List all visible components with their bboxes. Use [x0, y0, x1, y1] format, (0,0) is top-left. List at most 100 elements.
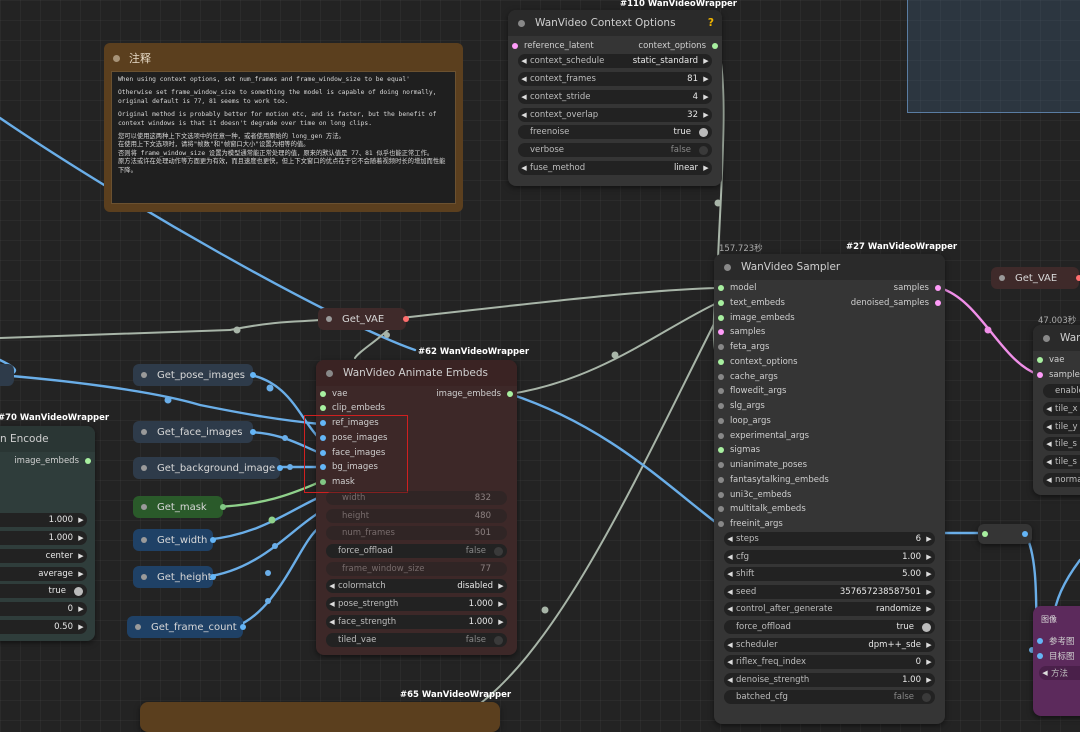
input-slot-loop-args[interactable]: loop_args [718, 414, 771, 428]
input-slot-text-embeds[interactable]: text_embeds [718, 296, 785, 310]
wanvideo-sampler-node[interactable]: WanVideo Sampler modeltext_embedsimage_e… [714, 254, 945, 724]
encode-node[interactable]: n Encode image_embeds 1.000▶ 1.000▶ cent… [0, 426, 95, 641]
arrow-right-icon[interactable]: ▶ [923, 658, 935, 666]
input-socket-icon[interactable] [1037, 372, 1043, 378]
input-socket-icon[interactable] [718, 300, 724, 306]
input-slot-sigmas[interactable]: sigmas [718, 443, 760, 457]
output-socket-icon[interactable] [403, 316, 409, 322]
input-socket-icon[interactable] [718, 388, 724, 394]
input-slot-pose-images[interactable]: pose_images [320, 431, 387, 445]
node-header[interactable]: WanVideo Animate Embeds [316, 360, 517, 386]
input-socket-icon[interactable] [718, 315, 724, 321]
toggle-tiled-vae[interactable]: tiled_vaefalse [326, 633, 507, 647]
collapse-dot-icon[interactable] [724, 264, 731, 271]
arrow-right-icon[interactable]: ▶ [923, 605, 935, 613]
input-socket-icon[interactable] [718, 447, 724, 453]
toggle-verbose[interactable]: verbosefalse [518, 143, 712, 157]
toggle-on-icon[interactable] [922, 623, 931, 632]
output-socket-icon[interactable] [250, 429, 256, 435]
collapse-dot-icon[interactable] [141, 465, 147, 471]
output-socket-icon[interactable] [210, 537, 216, 543]
input-slot-samples[interactable]: samples [718, 325, 765, 339]
arrow-left-icon[interactable]: ◀ [1043, 476, 1055, 484]
arrow-right-icon[interactable]: ▶ [75, 552, 87, 560]
collapse-dot-icon[interactable] [141, 574, 147, 580]
input-slot-samples[interactable]: samples [1037, 368, 1080, 382]
input-slot-clip-embeds[interactable]: clip_embeds [320, 401, 385, 415]
input-slot-mask[interactable]: mask [320, 475, 355, 489]
input-slot-slg-args[interactable]: slg_args [718, 399, 765, 413]
input-socket-icon[interactable] [320, 405, 326, 411]
input-socket-icon[interactable] [982, 531, 988, 537]
input-socket-icon[interactable] [320, 435, 326, 441]
input-slot-flowedit-args[interactable]: flowedit_args [718, 384, 786, 398]
widget-width[interactable]: width832 [326, 491, 507, 505]
collapse-dot-icon[interactable] [135, 624, 141, 630]
widget-num-frames[interactable]: num_frames501 [326, 526, 507, 540]
input-socket-icon[interactable] [718, 329, 724, 335]
arrow-left-icon[interactable]: ◀ [724, 535, 736, 543]
input-socket-icon[interactable] [1037, 357, 1043, 363]
widget-toggle[interactable]: true [0, 584, 87, 598]
arrow-left-icon[interactable]: ◀ [326, 582, 338, 590]
input-socket-icon[interactable] [320, 391, 326, 397]
widget-scheduler[interactable]: ◀schedulerdpm++_sde▶ [724, 638, 935, 652]
output-socket-icon[interactable] [277, 465, 283, 471]
arrow-left-icon[interactable]: ◀ [724, 658, 736, 666]
arrow-right-icon[interactable]: ▶ [495, 582, 507, 590]
widget-tile-stride-y[interactable]: ◀tile_s [1043, 455, 1080, 469]
get-background-image-node[interactable]: Get_background_image [133, 457, 280, 479]
get-pose-images-node[interactable]: Get_pose_images [133, 364, 253, 386]
arrow-right-icon[interactable]: ▶ [495, 600, 507, 608]
output-socket-icon[interactable] [210, 574, 216, 580]
arrow-right-icon[interactable]: ▶ [700, 111, 712, 119]
collapse-dot-icon[interactable] [141, 372, 147, 378]
input-socket-icon[interactable] [718, 433, 724, 439]
collapse-dot-icon[interactable] [113, 55, 120, 62]
input-socket-icon[interactable] [718, 374, 724, 380]
arrow-right-icon[interactable]: ▶ [75, 516, 87, 524]
input-socket-icon[interactable] [320, 464, 326, 470]
widget-frame-window-size[interactable]: frame_window_size77 [326, 562, 507, 576]
output-socket-icon[interactable] [85, 458, 91, 464]
arrow-right-icon[interactable]: ▶ [75, 534, 87, 542]
node-header[interactable]: WanVideo Sampler [714, 254, 945, 280]
output-slot-image-embeds[interactable]: image_embeds [14, 454, 91, 468]
arrow-left-icon[interactable]: ◀ [724, 570, 736, 578]
toggle-on-icon[interactable] [699, 128, 708, 137]
toggle-freenoise[interactable]: freenoisetrue [518, 125, 712, 139]
input-slot-vae[interactable]: vae [1037, 353, 1064, 367]
output-socket-icon[interactable] [250, 372, 256, 378]
arrow-right-icon[interactable]: ▶ [700, 93, 712, 101]
widget-denoise-strength[interactable]: ◀denoise_strength1.00▶ [724, 673, 935, 687]
output-slot-denoised-samples[interactable]: denoised_samples [851, 296, 941, 310]
input-slot-fantasytalking-embeds[interactable]: fantasytalking_embeds [718, 473, 829, 487]
arrow-right-icon[interactable]: ▶ [75, 570, 87, 578]
input-socket-icon[interactable] [718, 344, 724, 350]
output-slot-samples[interactable]: samples [894, 281, 941, 295]
collapse-dot-icon[interactable] [999, 275, 1005, 281]
context-options-node[interactable]: WanVideo Context Options ? reference_lat… [508, 10, 722, 186]
output-socket-icon[interactable] [935, 300, 941, 306]
arrow-left-icon[interactable]: ◀ [518, 164, 530, 172]
input-socket-icon[interactable] [320, 420, 326, 426]
get-height-node[interactable]: Get_height [133, 566, 213, 588]
collapse-dot-icon[interactable] [141, 429, 147, 435]
collapse-dot-icon[interactable] [141, 537, 147, 543]
input-slot[interactable]: 目标图 [1037, 649, 1075, 663]
output-socket-icon[interactable] [1076, 275, 1080, 281]
arrow-left-icon[interactable]: ◀ [518, 75, 530, 83]
node-header[interactable]: n Encode [0, 426, 95, 452]
arrow-left-icon[interactable]: ◀ [724, 588, 736, 596]
arrow-left-icon[interactable]: ◀ [724, 605, 736, 613]
toggle-off-icon[interactable] [494, 636, 503, 645]
bottom-node[interactable] [140, 702, 500, 732]
input-socket-icon[interactable] [718, 492, 724, 498]
input-slot-reference-latent[interactable]: reference_latent [512, 39, 594, 53]
toggle-off-icon[interactable] [494, 547, 503, 556]
widget-face-strength[interactable]: ◀face_strength1.000▶ [326, 615, 507, 629]
collapse-dot-icon[interactable] [326, 370, 333, 377]
input-slot-context-options[interactable]: context_options [718, 355, 798, 369]
output-slot-context-options[interactable]: context_options [638, 39, 718, 53]
input-socket-icon[interactable] [718, 521, 724, 527]
